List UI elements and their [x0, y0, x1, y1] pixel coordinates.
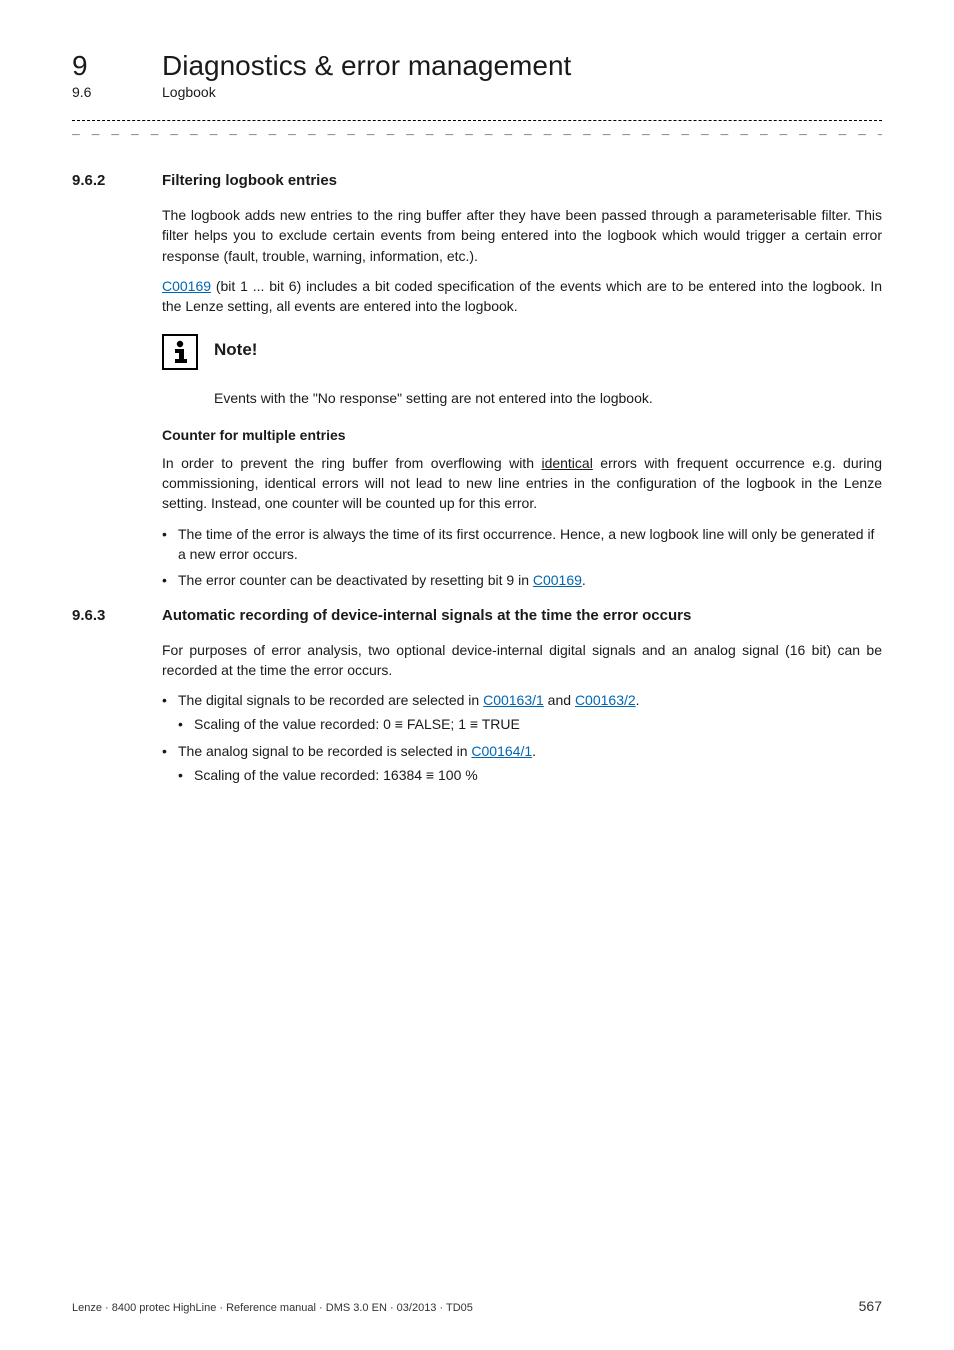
- footer-text: Lenze · 8400 protec HighLine · Reference…: [72, 1302, 473, 1314]
- note-title: Note!: [214, 334, 257, 360]
- bullet-list: The time of the error is always the time…: [162, 524, 882, 591]
- underlined-text: identical: [541, 455, 592, 471]
- section-header: 9.6 Logbook: [72, 84, 882, 100]
- body-paragraph: The logbook adds new entries to the ring…: [162, 205, 882, 266]
- subsection-9-6-2-header: 9.6.2 Filtering logbook entries: [72, 172, 882, 189]
- info-icon: [162, 334, 198, 370]
- subsection-number: 9.6.3: [72, 607, 162, 624]
- link-c00169[interactable]: C00169: [162, 278, 211, 294]
- list-text: Scaling of the value recorded: 16384 ≡ 1…: [194, 767, 478, 783]
- body-text: (bit 1 ... bit 6) includes a bit coded s…: [162, 278, 882, 314]
- chapter-title: Diagnostics & error management: [162, 50, 571, 82]
- list-text: and: [544, 692, 575, 708]
- chapter-header: 9 Diagnostics & error management: [72, 50, 882, 82]
- section-number: 9.6: [72, 84, 162, 100]
- list-text: The error counter can be deactivated by …: [178, 572, 533, 588]
- list-item: The analog signal to be recorded is sele…: [162, 741, 882, 786]
- bullet-list: The digital signals to be recorded are s…: [162, 690, 882, 785]
- list-item: The digital signals to be recorded are s…: [162, 690, 882, 735]
- bullet-sublist: Scaling of the value recorded: 0 ≡ FALSE…: [178, 714, 882, 734]
- link-c00163-1[interactable]: C00163/1: [483, 692, 544, 708]
- list-text: .: [636, 692, 640, 708]
- body-paragraph: In order to prevent the ring buffer from…: [162, 453, 882, 514]
- list-item: The error counter can be deactivated by …: [162, 570, 882, 590]
- list-text: .: [582, 572, 586, 588]
- list-text: .: [532, 743, 536, 759]
- subsection-title: Automatic recording of device-internal s…: [162, 607, 691, 624]
- subsection-number: 9.6.2: [72, 172, 162, 189]
- note-box: Note!: [162, 334, 882, 370]
- bullet-sublist: Scaling of the value recorded: 16384 ≡ 1…: [178, 765, 882, 785]
- body-paragraph: C00169 (bit 1 ... bit 6) includes a bit …: [162, 276, 882, 317]
- link-c00163-2[interactable]: C00163/2: [575, 692, 636, 708]
- list-text: The analog signal to be recorded is sele…: [178, 743, 471, 759]
- page-number: 567: [859, 1298, 882, 1314]
- counter-heading: Counter for multiple entries: [162, 427, 882, 443]
- section-title: Logbook: [162, 84, 216, 100]
- link-c00169[interactable]: C00169: [533, 572, 582, 588]
- link-c00164-1[interactable]: C00164/1: [471, 743, 532, 759]
- subsection-9-6-3-header: 9.6.3 Automatic recording of device-inte…: [72, 607, 882, 624]
- list-item: Scaling of the value recorded: 16384 ≡ 1…: [178, 765, 882, 785]
- list-item: Scaling of the value recorded: 0 ≡ FALSE…: [178, 714, 882, 734]
- list-text: Scaling of the value recorded: 0 ≡ FALSE…: [194, 716, 520, 732]
- divider: _ _ _ _ _ _ _ _ _ _ _ _ _ _ _ _ _ _ _ _ …: [72, 120, 882, 136]
- list-text: The time of the error is always the time…: [178, 526, 874, 562]
- chapter-number: 9: [72, 50, 162, 82]
- body-text: In order to prevent the ring buffer from…: [162, 455, 541, 471]
- list-item: The time of the error is always the time…: [162, 524, 882, 565]
- subsection-title: Filtering logbook entries: [162, 172, 337, 189]
- page-footer: Lenze · 8400 protec HighLine · Reference…: [72, 1298, 882, 1314]
- note-text: Events with the "No response" setting ar…: [214, 388, 882, 408]
- body-paragraph: For purposes of error analysis, two opti…: [162, 640, 882, 681]
- list-text: The digital signals to be recorded are s…: [178, 692, 483, 708]
